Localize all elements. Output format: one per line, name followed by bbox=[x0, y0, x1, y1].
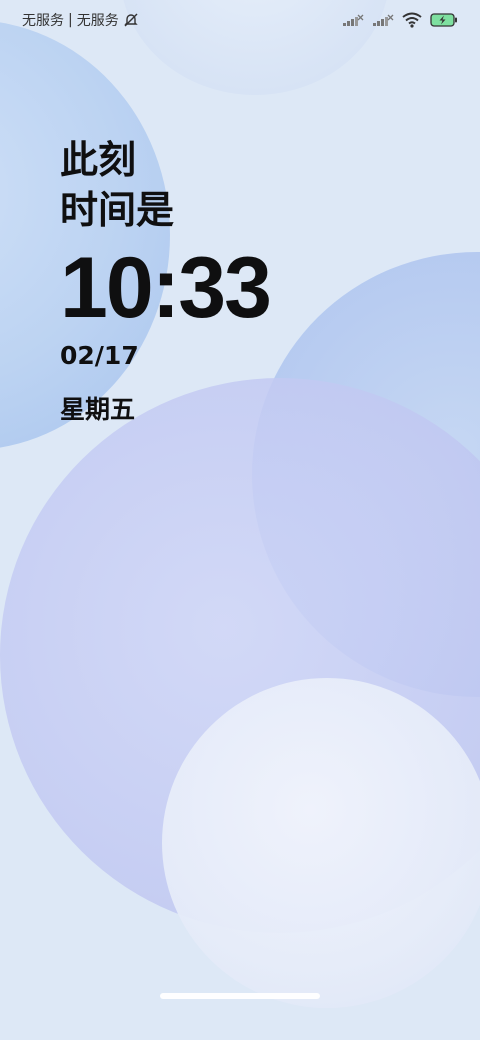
wifi-icon bbox=[402, 12, 422, 28]
headline-line-1: 此刻 bbox=[60, 138, 137, 182]
carrier-2-label: 无服务 bbox=[76, 13, 119, 29]
clock-date: 02/17 bbox=[60, 341, 139, 370]
bell-muted-icon bbox=[123, 12, 139, 28]
status-left: 无服务 | 无服务 bbox=[22, 10, 139, 30]
status-bar: 无服务 | 无服务 bbox=[0, 0, 480, 40]
signal-icon bbox=[342, 13, 364, 27]
clock-weekday: 星期五 bbox=[60, 395, 136, 424]
wallpaper-bubble bbox=[162, 678, 480, 1008]
home-indicator[interactable] bbox=[160, 993, 320, 999]
battery-charging-icon bbox=[430, 13, 458, 27]
headline-line-2: 时间是 bbox=[60, 188, 175, 232]
carrier-1-label: 无服务 bbox=[22, 13, 64, 29]
carrier-separator: | bbox=[68, 12, 73, 28]
clock-time: 10:33 bbox=[60, 240, 272, 336]
lock-screen-clock: 此刻 时间是 10:33 02/17 星期五 bbox=[60, 135, 272, 426]
status-right bbox=[342, 12, 458, 28]
signal-icon bbox=[372, 13, 394, 27]
